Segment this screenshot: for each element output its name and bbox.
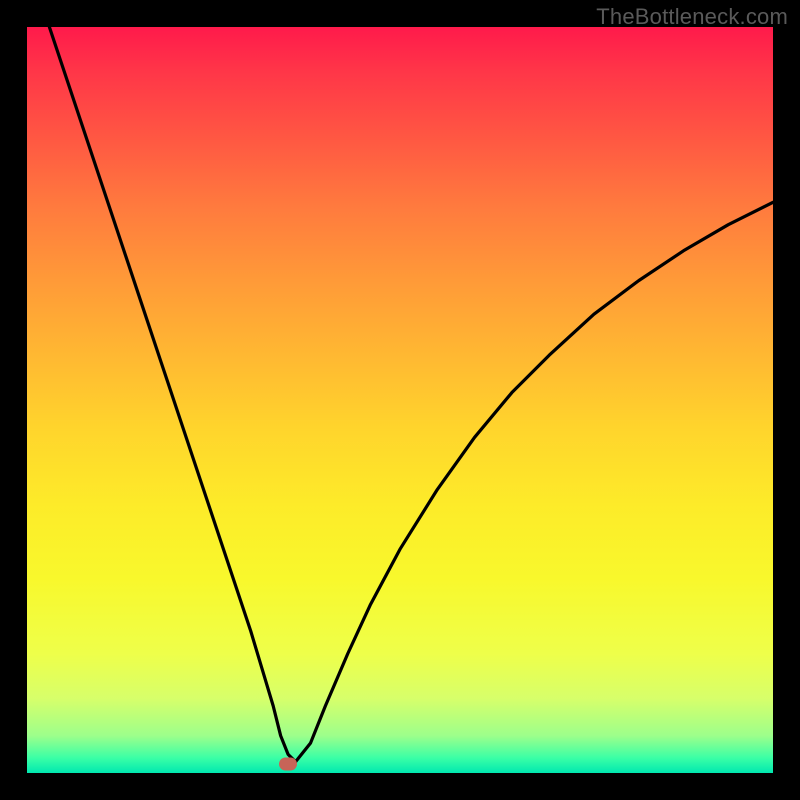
chart-frame: TheBottleneck.com [0, 0, 800, 800]
chart-svg [27, 27, 773, 773]
min-marker [279, 758, 297, 771]
plot-area [27, 27, 773, 773]
watermark-text: TheBottleneck.com [596, 4, 788, 30]
curve-line [49, 27, 773, 762]
